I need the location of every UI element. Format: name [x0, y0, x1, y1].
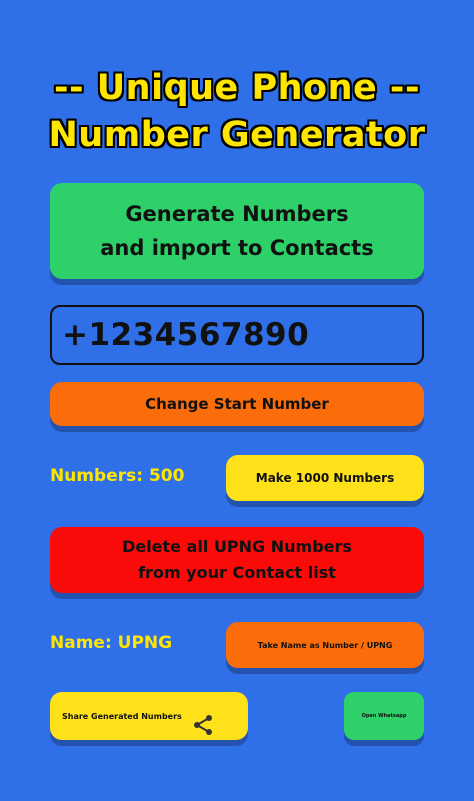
take-name-button[interactable]: Take Name as Number / UPNG	[226, 622, 424, 668]
make-numbers-button[interactable]: Make 1000 Numbers	[226, 455, 424, 501]
start-number-field[interactable]: +1234567890	[50, 305, 424, 365]
numbers-count-label: Numbers: 500	[50, 466, 185, 486]
share-numbers-button[interactable]: Share Generated Numbers	[50, 692, 248, 740]
share-button-label: Share Generated Numbers	[62, 711, 182, 721]
app-title-line-2: Number Generator	[48, 115, 426, 155]
contact-name-label: Name: UPNG	[50, 633, 173, 653]
generate-import-button[interactable]: Generate Numbers and import to Contacts	[50, 183, 424, 279]
share-icon	[192, 705, 214, 735]
delete-numbers-button[interactable]: Delete all UPNG Numbers from your Contac…	[50, 527, 424, 593]
open-whatsapp-button[interactable]: Open Whatsapp	[344, 692, 424, 740]
change-start-number-button[interactable]: Change Start Number	[50, 382, 424, 426]
app-title-line-1: -- Unique Phone --	[54, 68, 420, 108]
